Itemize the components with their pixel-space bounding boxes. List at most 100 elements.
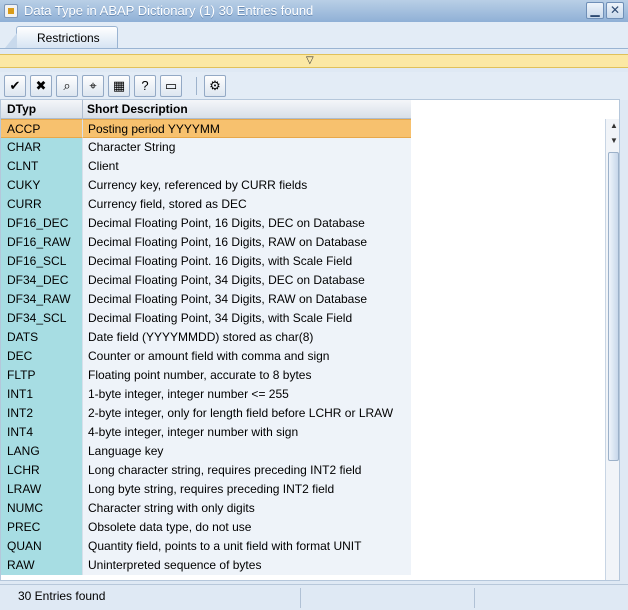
table-row[interactable]: DEC Counter or amount field with comma an… bbox=[1, 347, 411, 366]
column-header-dtyp[interactable]: DTyp bbox=[7, 102, 36, 116]
description-cell: Decimal Floating Point, 16 Digits, RAW o… bbox=[82, 233, 411, 252]
collapse-arrow-icon[interactable]: ▽ bbox=[306, 55, 314, 66]
table-row[interactable]: NUMC Character string with only digits bbox=[1, 499, 411, 518]
dtyp-cell: CLNT bbox=[1, 157, 82, 176]
print-icon[interactable]: ▭ bbox=[160, 75, 182, 97]
dtyp-cell: INT2 bbox=[1, 404, 82, 423]
description-cell: Long byte string, requires preceding INT… bbox=[82, 480, 411, 499]
description-cell: Language key bbox=[82, 442, 411, 461]
dtyp-cell: LCHR bbox=[1, 461, 82, 480]
title-bar: Data Type in ABAP Dictionary (1) 30 Entr… bbox=[0, 0, 628, 22]
dtyp-cell: NUMC bbox=[1, 499, 82, 518]
column-header-short-description[interactable]: Short Description bbox=[87, 102, 188, 116]
table-row[interactable]: DF16_SCL Decimal Floating Point. 16 Digit… bbox=[1, 252, 411, 271]
table-empty-area bbox=[411, 119, 605, 580]
table-row[interactable]: INT4 4-byte integer, integer number with … bbox=[1, 423, 411, 442]
description-cell: 1-byte integer, integer number <= 255 bbox=[82, 385, 411, 404]
window-title: Data Type in ABAP Dictionary (1) 30 Entr… bbox=[24, 3, 314, 18]
table-row[interactable]: DF16_RAW Decimal Floating Point, 16 Digit… bbox=[1, 233, 411, 252]
description-cell: Currency field, stored as DEC bbox=[82, 195, 411, 214]
description-cell: Long character string, requires precedin… bbox=[82, 461, 411, 480]
dtyp-cell: CHAR bbox=[1, 138, 82, 157]
dtyp-cell: INT4 bbox=[1, 423, 82, 442]
scroll-up-icon[interactable]: ▲ bbox=[607, 119, 619, 133]
restrictions-collapse-bar[interactable]: ▽ bbox=[0, 54, 628, 68]
description-cell: Quantity field, points to a unit field w… bbox=[82, 537, 411, 556]
table-header: DTyp Short Description bbox=[1, 100, 411, 119]
table-row[interactable]: CLNT Client bbox=[1, 157, 411, 176]
close-button[interactable]: ✕ bbox=[606, 2, 624, 19]
entries-table: DTyp Short Description ACCP Posting perio… bbox=[0, 99, 620, 581]
status-bar: 30 Entries found bbox=[0, 584, 628, 610]
table-row[interactable]: DF34_RAW Decimal Floating Point, 34 Digit… bbox=[1, 290, 411, 309]
continue-icon[interactable]: ✔ bbox=[4, 75, 26, 97]
table-row[interactable]: DF34_DEC Decimal Floating Point, 34 Digit… bbox=[1, 271, 411, 290]
settings-icon[interactable]: ⚙ bbox=[204, 75, 226, 97]
tab-divider bbox=[0, 48, 628, 49]
table-row[interactable]: CHAR Character String bbox=[1, 138, 411, 157]
cancel-icon[interactable]: ✖ bbox=[30, 75, 52, 97]
table-row[interactable]: FLTP Floating point number, accurate to 8… bbox=[1, 366, 411, 385]
tab-label: Restrictions bbox=[37, 31, 100, 45]
vertical-scrollbar[interactable]: ▲ ▼ bbox=[605, 119, 619, 580]
description-cell: Currency key, referenced by CURR fields bbox=[82, 176, 411, 195]
scroll-thumb[interactable] bbox=[608, 152, 619, 461]
dtyp-cell: RAW bbox=[1, 556, 82, 575]
tab-restrictions[interactable]: Restrictions bbox=[5, 26, 118, 48]
table-row[interactable]: DATS Date field (YYYYMMDD) stored as char… bbox=[1, 328, 411, 347]
status-message: 30 Entries found bbox=[18, 589, 106, 603]
description-cell: Character string with only digits bbox=[82, 499, 411, 518]
scroll-down-icon[interactable]: ▼ bbox=[607, 134, 619, 148]
description-cell: 4-byte integer, integer number with sign bbox=[82, 423, 411, 442]
table-row[interactable]: PREC Obsolete data type, do not use bbox=[1, 518, 411, 537]
status-separator bbox=[300, 588, 301, 608]
minimize-button[interactable]: ▁ bbox=[586, 2, 604, 19]
description-cell: Date field (YYYYMMDD) stored as char(8) bbox=[82, 328, 411, 347]
find-next-icon[interactable]: ⌖ bbox=[82, 75, 104, 97]
description-cell: 2-byte integer, only for length field be… bbox=[82, 404, 411, 423]
find-icon[interactable]: ⌕ bbox=[56, 75, 78, 97]
help-icon[interactable]: ? bbox=[134, 75, 156, 97]
status-separator bbox=[474, 588, 475, 608]
table-row[interactable]: LANG Language key bbox=[1, 442, 411, 461]
dtyp-cell: DF34_DEC bbox=[1, 271, 82, 290]
dtyp-cell: CURR bbox=[1, 195, 82, 214]
description-cell: Character String bbox=[82, 138, 411, 157]
description-cell: Obsolete data type, do not use bbox=[82, 518, 411, 537]
toolbar: ✔ ✖ ⌕ ⌖ ▦ ? ▭ ⚙ bbox=[0, 72, 628, 100]
table-body: ACCP Posting period YYYYMM CHAR Character … bbox=[1, 119, 411, 575]
table-row[interactable]: INT2 2-byte integer, only for length fiel… bbox=[1, 404, 411, 423]
table-row[interactable]: RAW Uninterpreted sequence of bytes bbox=[1, 556, 411, 575]
dtyp-cell: DF34_SCL bbox=[1, 309, 82, 328]
table-row[interactable]: ACCP Posting period YYYYMM bbox=[1, 119, 411, 138]
table-row[interactable]: DF16_DEC Decimal Floating Point, 16 Digit… bbox=[1, 214, 411, 233]
table-row[interactable]: CUKY Currency key, referenced by CURR fie… bbox=[1, 176, 411, 195]
description-cell: Counter or amount field with comma and s… bbox=[82, 347, 411, 366]
description-cell: Decimal Floating Point, 34 Digits, DEC o… bbox=[82, 271, 411, 290]
dtyp-cell: ACCP bbox=[1, 119, 82, 138]
table-row[interactable]: CURR Currency field, stored as DEC bbox=[1, 195, 411, 214]
table-row[interactable]: DF34_SCL Decimal Floating Point, 34 Digit… bbox=[1, 309, 411, 328]
table-row[interactable]: LRAW Long byte string, requires preceding… bbox=[1, 480, 411, 499]
description-cell: Decimal Floating Point, 16 Digits, DEC o… bbox=[82, 214, 411, 233]
dtyp-cell: DF16_DEC bbox=[1, 214, 82, 233]
dtyp-cell: DATS bbox=[1, 328, 82, 347]
description-cell: Decimal Floating Point. 16 Digits, with … bbox=[82, 252, 411, 271]
column-divider[interactable] bbox=[82, 100, 83, 119]
table-row[interactable]: LCHR Long character string, requires prec… bbox=[1, 461, 411, 480]
dtyp-cell: PREC bbox=[1, 518, 82, 537]
table-row[interactable]: QUAN Quantity field, points to a unit fie… bbox=[1, 537, 411, 556]
table-row[interactable]: INT1 1-byte integer, integer number <= 25… bbox=[1, 385, 411, 404]
dtyp-cell: FLTP bbox=[1, 366, 82, 385]
description-cell: Posting period YYYYMM bbox=[82, 119, 411, 138]
sort-icon[interactable]: ▦ bbox=[108, 75, 130, 97]
toolbar-separator bbox=[196, 77, 197, 95]
dtyp-cell: LANG bbox=[1, 442, 82, 461]
description-cell: Decimal Floating Point, 34 Digits, RAW o… bbox=[82, 290, 411, 309]
tab-strip: Restrictions bbox=[0, 22, 628, 50]
dtyp-cell: DF34_RAW bbox=[1, 290, 82, 309]
description-cell: Client bbox=[82, 157, 411, 176]
dtyp-cell: DEC bbox=[1, 347, 82, 366]
dtyp-cell: QUAN bbox=[1, 537, 82, 556]
dtyp-cell: CUKY bbox=[1, 176, 82, 195]
